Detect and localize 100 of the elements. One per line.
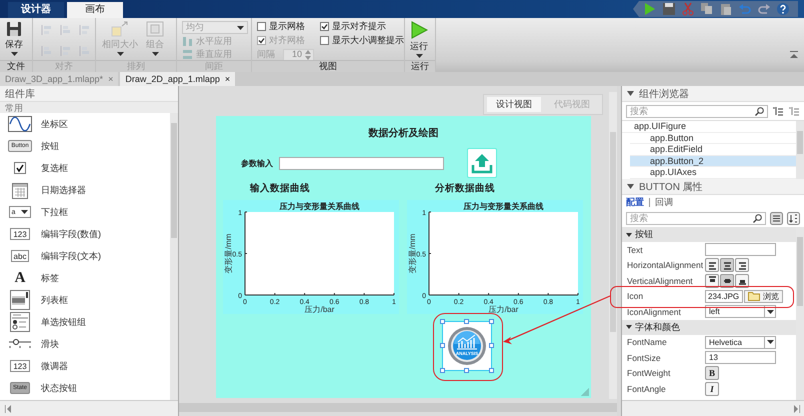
run-button[interactable]: 运行 [410,21,428,60]
align-button[interactable] [705,258,719,272]
component-list-item[interactable]: abc 编辑字段(文本) [0,245,170,267]
scrollbar[interactable] [796,121,804,179]
search-icon [753,214,762,222]
alphabetical-sort-icon[interactable] [787,212,800,224]
resize-handle[interactable] [489,343,494,348]
collapse-panel-icon[interactable] [5,404,11,412]
component-list-item[interactable]: 日期选择器 [0,179,170,201]
resize-handle[interactable] [440,368,445,373]
inspector-tab[interactable]: 配置 [626,196,644,208]
group-icon [146,21,164,37]
copy-icon[interactable] [700,2,714,16]
style-toggle-button[interactable]: B [705,366,719,380]
field-icon: 123 [10,228,30,240]
style-toggle-button[interactable]: I [705,382,719,396]
folder-icon [748,291,760,302]
component-list-item[interactable]: 复选框 [0,157,170,179]
section-title: 按钮 [635,228,653,241]
resize-handle[interactable] [489,319,494,324]
vertical-align-button[interactable] [720,274,734,288]
calendar-icon [12,181,28,199]
collapse-triangle-icon [627,91,634,96]
property-field[interactable] [705,243,776,256]
checkbox[interactable] [320,22,330,31]
caret-icon [21,210,28,214]
grouped-view-icon[interactable] [770,212,783,224]
close-button[interactable]: × [224,74,230,84]
caret-icon [237,26,244,30]
scrollbar[interactable] [609,92,617,399]
scrollbar[interactable] [796,227,804,400]
component-list-item[interactable]: A 标签 [0,267,170,289]
ribbon-group-label: 视图 [252,60,404,72]
resize-handle[interactable] [464,319,469,324]
resize-handle[interactable] [489,368,494,373]
text-align-icon [736,260,748,271]
scrollbar[interactable] [179,403,617,412]
spinner-icon: 123 [10,360,30,372]
component-list-item[interactable]: 单选按钮组 [0,311,170,333]
ribbon-tab[interactable]: 画布 [67,2,123,18]
browse-button[interactable]: 浏览 [744,290,783,303]
collapse-triangle-icon [626,325,632,329]
ribbon-tab[interactable]: 设计器 [8,2,64,18]
resize-handle[interactable] [440,343,445,348]
caret-icon [152,52,158,56]
component-list-item[interactable]: 123 微调器 [0,355,170,377]
property-field[interactable]: 13 [705,351,776,364]
caret-icon [116,52,124,56]
vertical-align-button[interactable] [705,274,719,288]
vertical-align-button[interactable] [735,274,749,288]
chart-title: 压力与变形量关系曲线 [280,202,360,211]
check-icon [258,37,265,44]
upload-button[interactable] [467,148,497,178]
component-list-item[interactable]: 坐标区 [0,113,170,135]
checkbox[interactable] [320,36,330,45]
resize-handle[interactable] [464,368,469,373]
save-icon[interactable] [662,2,676,16]
caret-icon [10,52,18,56]
run-icon[interactable] [643,2,657,16]
save-button[interactable]: 保存 [5,21,23,60]
collapse-icon[interactable] [790,51,798,59]
paste-icon[interactable] [719,2,733,16]
component-list-item[interactable]: 123 编辑字段(数值) [0,223,170,245]
save-icon [6,21,22,37]
component-list-item[interactable]: 滑块 [0,333,170,355]
axis-label: 变形量/mm [408,234,417,274]
resize-handle[interactable] [440,319,445,324]
checkbox[interactable] [257,22,266,31]
help-icon[interactable] [776,2,790,16]
check-icon [321,23,328,30]
collapse-triangle-icon [626,232,632,236]
scrollbar[interactable] [170,113,178,400]
expand-panel-icon[interactable] [794,404,800,412]
redo-icon[interactable] [757,2,771,16]
tree-item[interactable]: app.Button [630,132,796,144]
checkbox-label: 对齐网格 [269,35,305,46]
sort-icon[interactable] [772,106,784,116]
panel-title: BUTTON 属性 [639,180,703,194]
text-align-icon [722,260,732,271]
property-dropdown[interactable]: Helvetica [705,336,776,349]
component-list-item[interactable]: 列表框 [0,289,170,311]
align-button[interactable] [720,258,734,272]
caret-icon [766,310,774,314]
file-field[interactable]: 234.JPG [705,290,743,303]
field-icon: abc [10,250,30,262]
input-field[interactable] [279,156,444,170]
property-dropdown[interactable]: left [705,305,776,318]
horizontal-spacing-icon [182,36,193,47]
spinner-arrows-icon [305,50,312,60]
tree-item[interactable]: app.Button_2 [630,156,796,167]
tree-item[interactable]: app.UIFigure [622,121,796,132]
search-icon [755,106,764,116]
label-icon: A [14,270,26,286]
upload-icon [471,152,493,174]
inspector-tab[interactable]: 回调 [655,196,673,208]
property-name: IconAlignment [627,306,682,317]
view-tab[interactable]: 设计视图 [487,97,541,112]
axis-label: 压力/bar [304,305,334,314]
document-tab[interactable]: Draw_2D_app_1.mlapp × [120,72,236,86]
align-button[interactable] [735,258,749,272]
